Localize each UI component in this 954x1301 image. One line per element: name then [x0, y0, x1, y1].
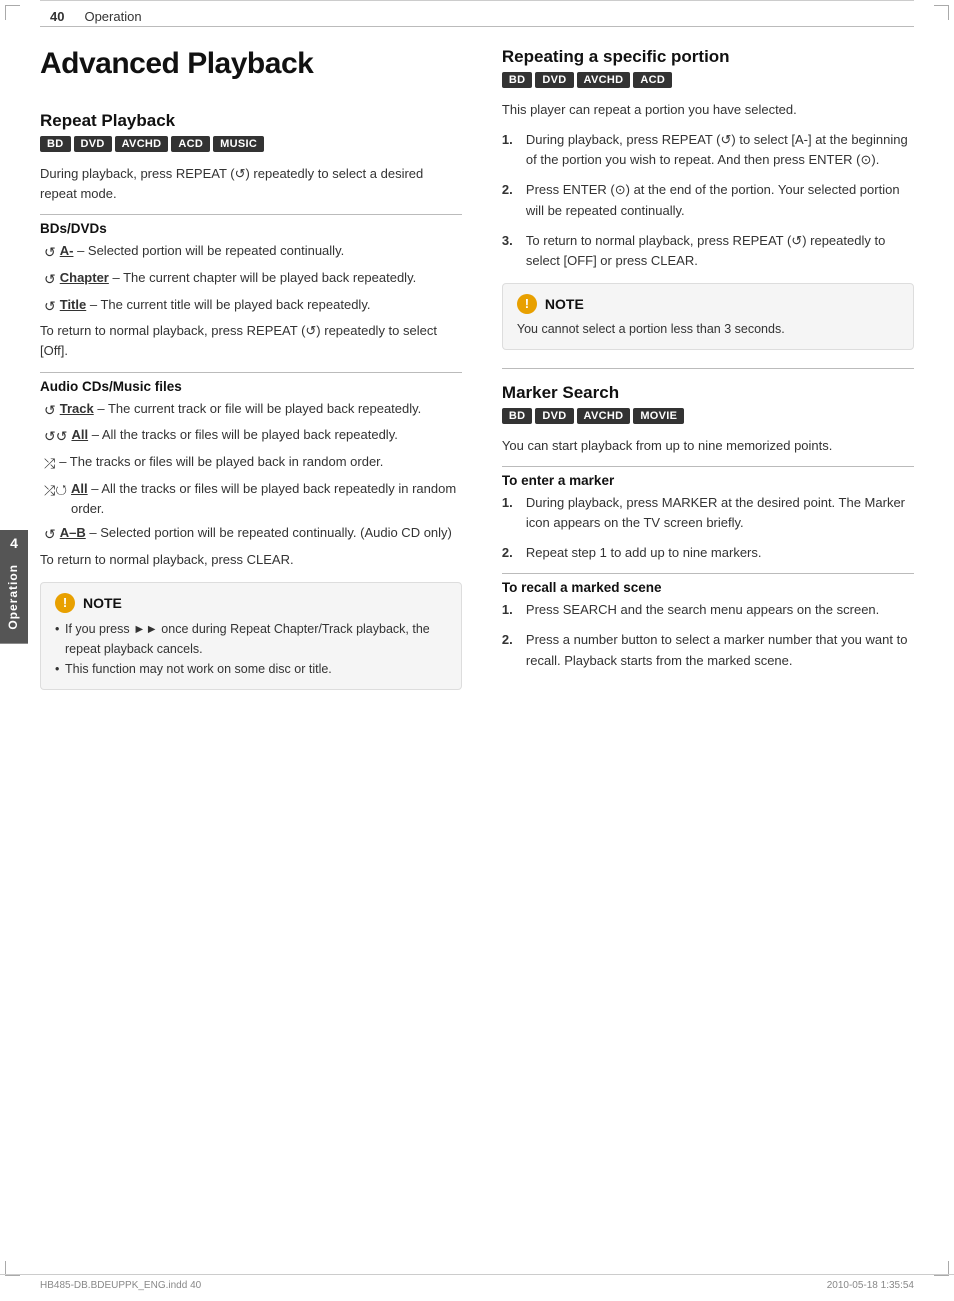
recall-marker-step-1-text: Press SEARCH and the search menu appears… [526, 600, 879, 620]
page-header: 40 Operation [40, 0, 914, 24]
enter-marker-heading: To enter a marker [502, 466, 914, 488]
specific-step-2: 2. Press ENTER (⊙) at the end of the por… [502, 180, 914, 220]
section-divider-1 [502, 368, 914, 369]
repeat-item-title-text: Title – The current title will be played… [60, 295, 371, 315]
bds-dvds-footer: To return to normal playback, press REPE… [40, 321, 462, 361]
section-label: Operation [84, 9, 141, 24]
badge-music: MUSIC [213, 136, 264, 152]
footer-left: HB485-DB.BDEUPPK_ENG.indd 40 [40, 1280, 201, 1291]
badge-dvd: DVD [74, 136, 112, 152]
repeating-specific-intro: This player can repeat a portion you hav… [502, 100, 914, 120]
note-bullet-1a: If you press ►► once during Repeat Chapt… [55, 619, 447, 659]
note-header-1: ! NOTE [55, 593, 447, 613]
random-all-icon: ⤮↺ [44, 480, 67, 502]
repeat-item-chapter-text: Chapter – The current chapter will be pl… [60, 268, 417, 288]
note-header-2: ! NOTE [517, 294, 899, 314]
specific-step-1-num: 1. [502, 130, 520, 170]
audio-cds-footer: To return to normal playback, press CLEA… [40, 550, 462, 570]
specific-step-1: 1. During playback, press REPEAT (↺) to … [502, 130, 914, 170]
content-area: Advanced Playback Repeat Playback BD DVD… [40, 27, 914, 702]
page-number: 40 [50, 9, 64, 24]
recall-marker-step-2-num: 2. [502, 630, 520, 670]
corner-mark-tl [5, 5, 20, 20]
note-box-2: ! NOTE You cannot select a portion less … [502, 283, 914, 350]
badge-avchd-3: AVCHD [577, 408, 631, 424]
specific-step-2-text: Press ENTER (⊙) at the end of the portio… [526, 180, 914, 220]
side-tab-label: Operation [0, 550, 28, 644]
note-text-2: You cannot select a portion less than 3 … [517, 320, 899, 339]
repeat-item-random-text: – The tracks or files will be played bac… [59, 452, 383, 472]
marker-search-badges: BD DVD AVCHD MOVIE [502, 408, 914, 424]
repeat-item-random: ⤮ – The tracks or files will be played b… [40, 452, 462, 475]
enter-marker-step-2-text: Repeat step 1 to add up to nine markers. [526, 543, 762, 563]
badge-acd: ACD [171, 136, 210, 152]
note-box-1: ! NOTE If you press ►► once during Repea… [40, 582, 462, 690]
note-icon-2: ! [517, 294, 537, 314]
enter-marker-step-2-num: 2. [502, 543, 520, 563]
right-column: Repeating a specific portion BD DVD AVCH… [492, 47, 914, 702]
note-bullet-1b: This function may not work on some disc … [55, 659, 447, 679]
repeat-item-all: ↺↺ All – All the tracks or files will be… [40, 425, 462, 448]
badge-bd-3: BD [502, 408, 533, 424]
repeating-specific-heading: Repeating a specific portion [502, 47, 914, 67]
specific-step-3: 3. To return to normal playback, press R… [502, 231, 914, 271]
repeat-item-ab: ↺ A–B – Selected portion will be repeate… [40, 523, 462, 546]
recall-marker-step-2-text: Press a number button to select a marker… [526, 630, 914, 670]
badge-bd: BD [40, 136, 71, 152]
enter-marker-step-1: 1. During playback, press MARKER at the … [502, 493, 914, 533]
enter-marker-step-1-text: During playback, press MARKER at the des… [526, 493, 914, 533]
repeat-icon-all: ↺↺ [44, 426, 67, 448]
marker-search-intro: You can start playback from up to nine m… [502, 436, 914, 456]
recall-marker-step-2: 2. Press a number button to select a mar… [502, 630, 914, 670]
random-icon: ⤮ [44, 453, 55, 475]
badge-movie: MOVIE [633, 408, 684, 424]
badge-avchd-2: AVCHD [577, 72, 631, 88]
badge-bd-2: BD [502, 72, 533, 88]
marker-search-heading: Marker Search [502, 383, 914, 403]
repeat-icon-chapter: ↺ [44, 269, 56, 291]
repeat-item-chapter: ↺ Chapter – The current chapter will be … [40, 268, 462, 291]
corner-mark-tr [934, 5, 949, 20]
repeat-icon-title: ↺ [44, 296, 56, 318]
page-footer: HB485-DB.BDEUPPK_ENG.indd 40 2010-05-18 … [0, 1274, 954, 1291]
repeat-item-track: ↺ Track – The current track or file will… [40, 399, 462, 422]
specific-step-3-text: To return to normal playback, press REPE… [526, 231, 914, 271]
bds-dvds-heading: BDs/DVDs [40, 214, 462, 236]
note-icon-1: ! [55, 593, 75, 613]
note-title-2: NOTE [545, 296, 584, 312]
repeat-item-ab-text: A–B – Selected portion will be repeated … [60, 523, 452, 543]
footer-right: 2010-05-18 1:35:54 [827, 1280, 914, 1291]
repeat-item-title: ↺ Title – The current title will be play… [40, 295, 462, 318]
recall-marker-heading: To recall a marked scene [502, 573, 914, 595]
page-title: Advanced Playback [40, 47, 462, 81]
repeat-item-random-all-text: All – All the tracks or files will be pl… [71, 479, 462, 519]
repeat-icon-ab: ↺ [44, 524, 56, 546]
repeat-icon-track: ↺ [44, 400, 56, 422]
badge-acd-2: ACD [633, 72, 672, 88]
recall-marker-step-1: 1. Press SEARCH and the search menu appe… [502, 600, 914, 620]
badge-dvd-2: DVD [535, 72, 573, 88]
repeat-playback-heading: Repeat Playback [40, 111, 462, 131]
repeat-item-track-text: Track – The current track or file will b… [60, 399, 422, 419]
specific-step-2-num: 2. [502, 180, 520, 220]
specific-step-3-num: 3. [502, 231, 520, 271]
repeat-playback-badges: BD DVD AVCHD ACD MUSIC [40, 136, 462, 152]
enter-marker-step-1-num: 1. [502, 493, 520, 533]
specific-step-1-text: During playback, press REPEAT (↺) to sel… [526, 130, 914, 170]
badge-avchd: AVCHD [115, 136, 169, 152]
repeat-item-a-text: A- – Selected portion will be repeated c… [60, 241, 344, 261]
audio-cds-heading: Audio CDs/Music files [40, 372, 462, 394]
repeat-item-random-all: ⤮↺ All – All the tracks or files will be… [40, 479, 462, 519]
repeat-item-all-text: All – All the tracks or files will be pl… [71, 425, 397, 445]
repeat-icon-a: ↺ [44, 242, 56, 264]
repeat-item-a: ↺ A- – Selected portion will be repeated… [40, 241, 462, 264]
left-column: Advanced Playback Repeat Playback BD DVD… [40, 47, 492, 702]
note-title-1: NOTE [83, 595, 122, 611]
page: 40 Operation 4 Operation Advanced Playba… [0, 0, 954, 1301]
badge-dvd-3: DVD [535, 408, 573, 424]
repeating-specific-badges: BD DVD AVCHD ACD [502, 72, 914, 88]
enter-marker-step-2: 2. Repeat step 1 to add up to nine marke… [502, 543, 914, 563]
recall-marker-step-1-num: 1. [502, 600, 520, 620]
repeat-playback-intro: During playback, press REPEAT (↺) repeat… [40, 164, 462, 204]
